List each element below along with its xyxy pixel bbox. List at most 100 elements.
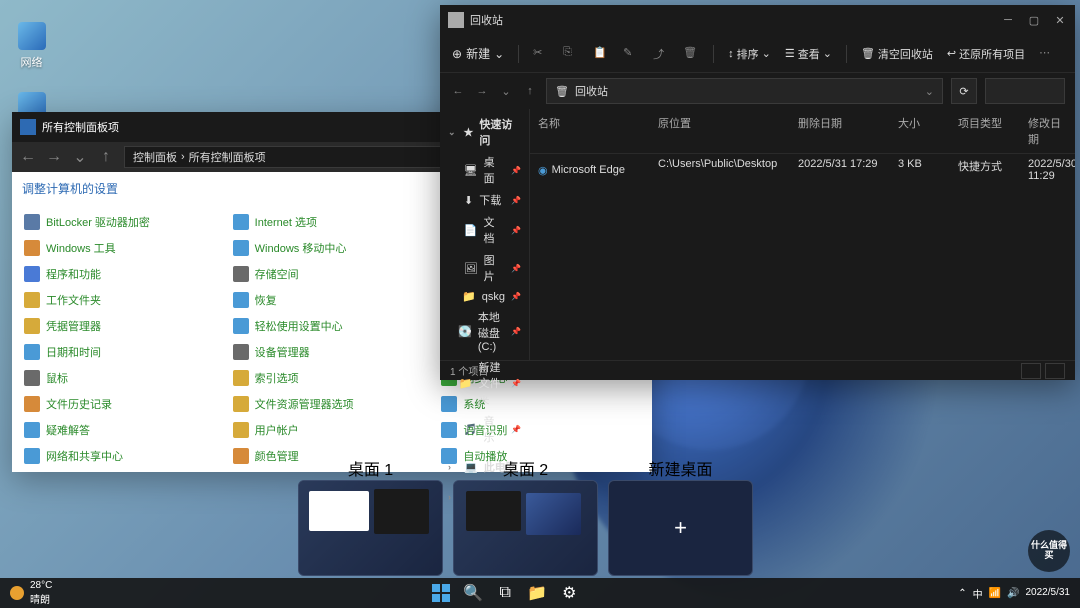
- edge-icon: ◉: [538, 164, 548, 177]
- cp-item[interactable]: 用户帐户: [231, 419, 434, 441]
- recent-button[interactable]: ⌄: [498, 85, 514, 98]
- virtual-desktops-panel: 桌面 1 桌面 2 新建桌面 +: [298, 456, 753, 576]
- cp-item-icon: [24, 266, 40, 282]
- nav-item[interactable]: ⬇下载📌: [440, 189, 529, 211]
- cp-item[interactable]: 凭据管理器: [22, 315, 225, 337]
- cp-item-icon: [24, 344, 40, 360]
- desktop-icon-globe[interactable]: 网络: [15, 20, 48, 70]
- cp-item-icon: [233, 214, 249, 230]
- cp-item[interactable]: 恢复: [231, 289, 434, 311]
- volume-icon[interactable]: 🔊: [1007, 588, 1019, 599]
- explorer-taskbar-icon[interactable]: 📁: [525, 581, 549, 605]
- search-input[interactable]: [985, 78, 1065, 104]
- nav-item[interactable]: 🖥桌面📌: [440, 151, 529, 189]
- cp-item[interactable]: 网络和共享中心: [22, 445, 225, 467]
- doc-icon: 📄: [464, 224, 478, 237]
- file-row[interactable]: ◉Microsoft Edge C:\Users\Public\Desktop …: [530, 154, 1075, 186]
- details-view-button[interactable]: [1045, 363, 1065, 379]
- rename-icon[interactable]: ✎: [623, 46, 639, 62]
- back-button[interactable]: ←: [20, 148, 36, 166]
- nav-item[interactable]: ⌄★快速访问: [440, 113, 529, 151]
- system-tray: ⌃ 中 📶 🔊 2022/5/31: [958, 586, 1070, 601]
- minimize-button[interactable]: ─: [1001, 13, 1015, 27]
- delete-icon[interactable]: 🗑: [683, 46, 699, 62]
- pin-icon: 📌: [511, 425, 521, 434]
- nav-item[interactable]: 💽本地磁盘 (C:)📌: [440, 306, 529, 356]
- up-button[interactable]: ↑: [522, 85, 538, 97]
- control-panel-taskbar-icon[interactable]: ⚙: [557, 581, 581, 605]
- cp-item[interactable]: 存储空间: [231, 263, 434, 285]
- cp-item[interactable]: Windows 移动中心: [231, 237, 434, 259]
- cp-item[interactable]: 轻松使用设置中心: [231, 315, 434, 337]
- weather-widget[interactable]: 28°C 晴朗: [10, 580, 52, 606]
- task-view-button[interactable]: ⧉: [493, 581, 517, 605]
- restore-all-button[interactable]: ↩ 还原所有项目: [947, 46, 1025, 62]
- up-button[interactable]: ↑: [98, 148, 114, 166]
- view-button[interactable]: ☰ 查看 ⌄: [785, 46, 832, 62]
- start-button[interactable]: [429, 581, 453, 605]
- copy-icon[interactable]: ⎘: [563, 46, 579, 62]
- cp-item[interactable]: 疑难解答: [22, 419, 225, 441]
- nav-item[interactable]: 🎵音乐📌: [440, 410, 529, 448]
- more-icon[interactable]: ⋯: [1039, 46, 1055, 62]
- paste-icon[interactable]: 📋: [593, 46, 609, 62]
- cp-item-icon: [233, 422, 249, 438]
- ex-title-text: 回收站: [470, 12, 1001, 28]
- ex-titlebar[interactable]: 回收站 ─ ▢ ✕: [440, 5, 1075, 35]
- cp-item[interactable]: 程序和功能: [22, 263, 225, 285]
- cp-item[interactable]: 工作文件夹: [22, 289, 225, 311]
- list-view-button[interactable]: [1021, 363, 1041, 379]
- close-button[interactable]: ✕: [1053, 13, 1067, 27]
- new-desktop-button[interactable]: +: [608, 480, 753, 576]
- explorer-window: 回收站 ─ ▢ ✕ ⊕ 新建 ⌄ ✂ ⎘ 📋 ✎ ⤴ 🗑 ↕ 排序 ⌄ ☰ 查看…: [440, 5, 1075, 380]
- refresh-button[interactable]: ⟳: [951, 78, 977, 104]
- cp-item[interactable]: 日期和时间: [22, 341, 225, 363]
- control-panel-icon: [20, 119, 36, 135]
- pic-icon: 🖼: [464, 262, 478, 275]
- cp-item[interactable]: 设备管理器: [231, 341, 434, 363]
- clock-date[interactable]: 2022/5/31: [1026, 587, 1071, 599]
- cp-item[interactable]: 文件历史记录: [22, 393, 225, 415]
- virtual-desktop-1[interactable]: [298, 480, 443, 576]
- recent-button[interactable]: ⌄: [72, 147, 88, 167]
- cp-item-icon: [233, 370, 249, 386]
- vd2-label: 桌面 2: [503, 456, 548, 480]
- cp-item-icon: [233, 292, 249, 308]
- new-button[interactable]: ⊕ 新建 ⌄: [452, 45, 504, 62]
- chevron-icon: ⌄: [448, 127, 457, 138]
- cp-item-icon: [24, 214, 40, 230]
- cp-item[interactable]: 索引选项: [231, 367, 434, 389]
- cp-item[interactable]: 鼠标: [22, 367, 225, 389]
- search-button[interactable]: 🔍: [461, 581, 485, 605]
- input-method-icon[interactable]: 中: [973, 586, 983, 601]
- share-icon[interactable]: ⤴: [653, 46, 669, 62]
- back-button[interactable]: ←: [450, 85, 466, 97]
- nav-item[interactable]: 🖼图片📌: [440, 249, 529, 287]
- forward-button[interactable]: →: [474, 85, 490, 97]
- cp-item[interactable]: BitLocker 驱动器加密: [22, 211, 225, 233]
- cp-item-icon: [24, 396, 40, 412]
- cp-item[interactable]: 文件资源管理器选项: [231, 393, 434, 415]
- cp-item-icon: [24, 240, 40, 256]
- ex-nav-pane: ⌄★快速访问🖥桌面📌⬇下载📌📄文档📌🖼图片📌📁qskg📌💽本地磁盘 (C:)📌📁…: [440, 109, 530, 360]
- cp-item[interactable]: Windows 工具: [22, 237, 225, 259]
- chevron-down-icon[interactable]: ⌄: [925, 85, 934, 98]
- network-icon[interactable]: 📶: [989, 588, 1001, 599]
- ex-toolbar: ⊕ 新建 ⌄ ✂ ⎘ 📋 ✎ ⤴ 🗑 ↕ 排序 ⌄ ☰ 查看 ⌄ 🗑 清空回收站…: [440, 35, 1075, 73]
- cp-item-icon: [233, 318, 249, 334]
- pin-icon: 📌: [511, 327, 521, 336]
- column-headers[interactable]: 名称 原位置 删除日期 大小 项目类型 修改日期: [530, 109, 1075, 154]
- music-icon: 🎵: [464, 423, 478, 436]
- address-path[interactable]: 🗑 回收站 ⌄: [546, 78, 943, 104]
- sort-button[interactable]: ↕ 排序 ⌄: [728, 46, 771, 62]
- forward-button[interactable]: →: [46, 148, 62, 166]
- virtual-desktop-2[interactable]: [453, 480, 598, 576]
- nav-item[interactable]: 📄文档📌: [440, 211, 529, 249]
- cut-icon[interactable]: ✂: [533, 46, 549, 62]
- maximize-button[interactable]: ▢: [1027, 13, 1041, 27]
- cp-item[interactable]: Internet 选项: [231, 211, 434, 233]
- nav-item[interactable]: 📁qskg📌: [440, 287, 529, 306]
- empty-recycle-button[interactable]: 🗑 清空回收站: [861, 46, 933, 62]
- folder-icon: 📁: [459, 377, 473, 390]
- tray-chevron-icon[interactable]: ⌃: [958, 588, 966, 599]
